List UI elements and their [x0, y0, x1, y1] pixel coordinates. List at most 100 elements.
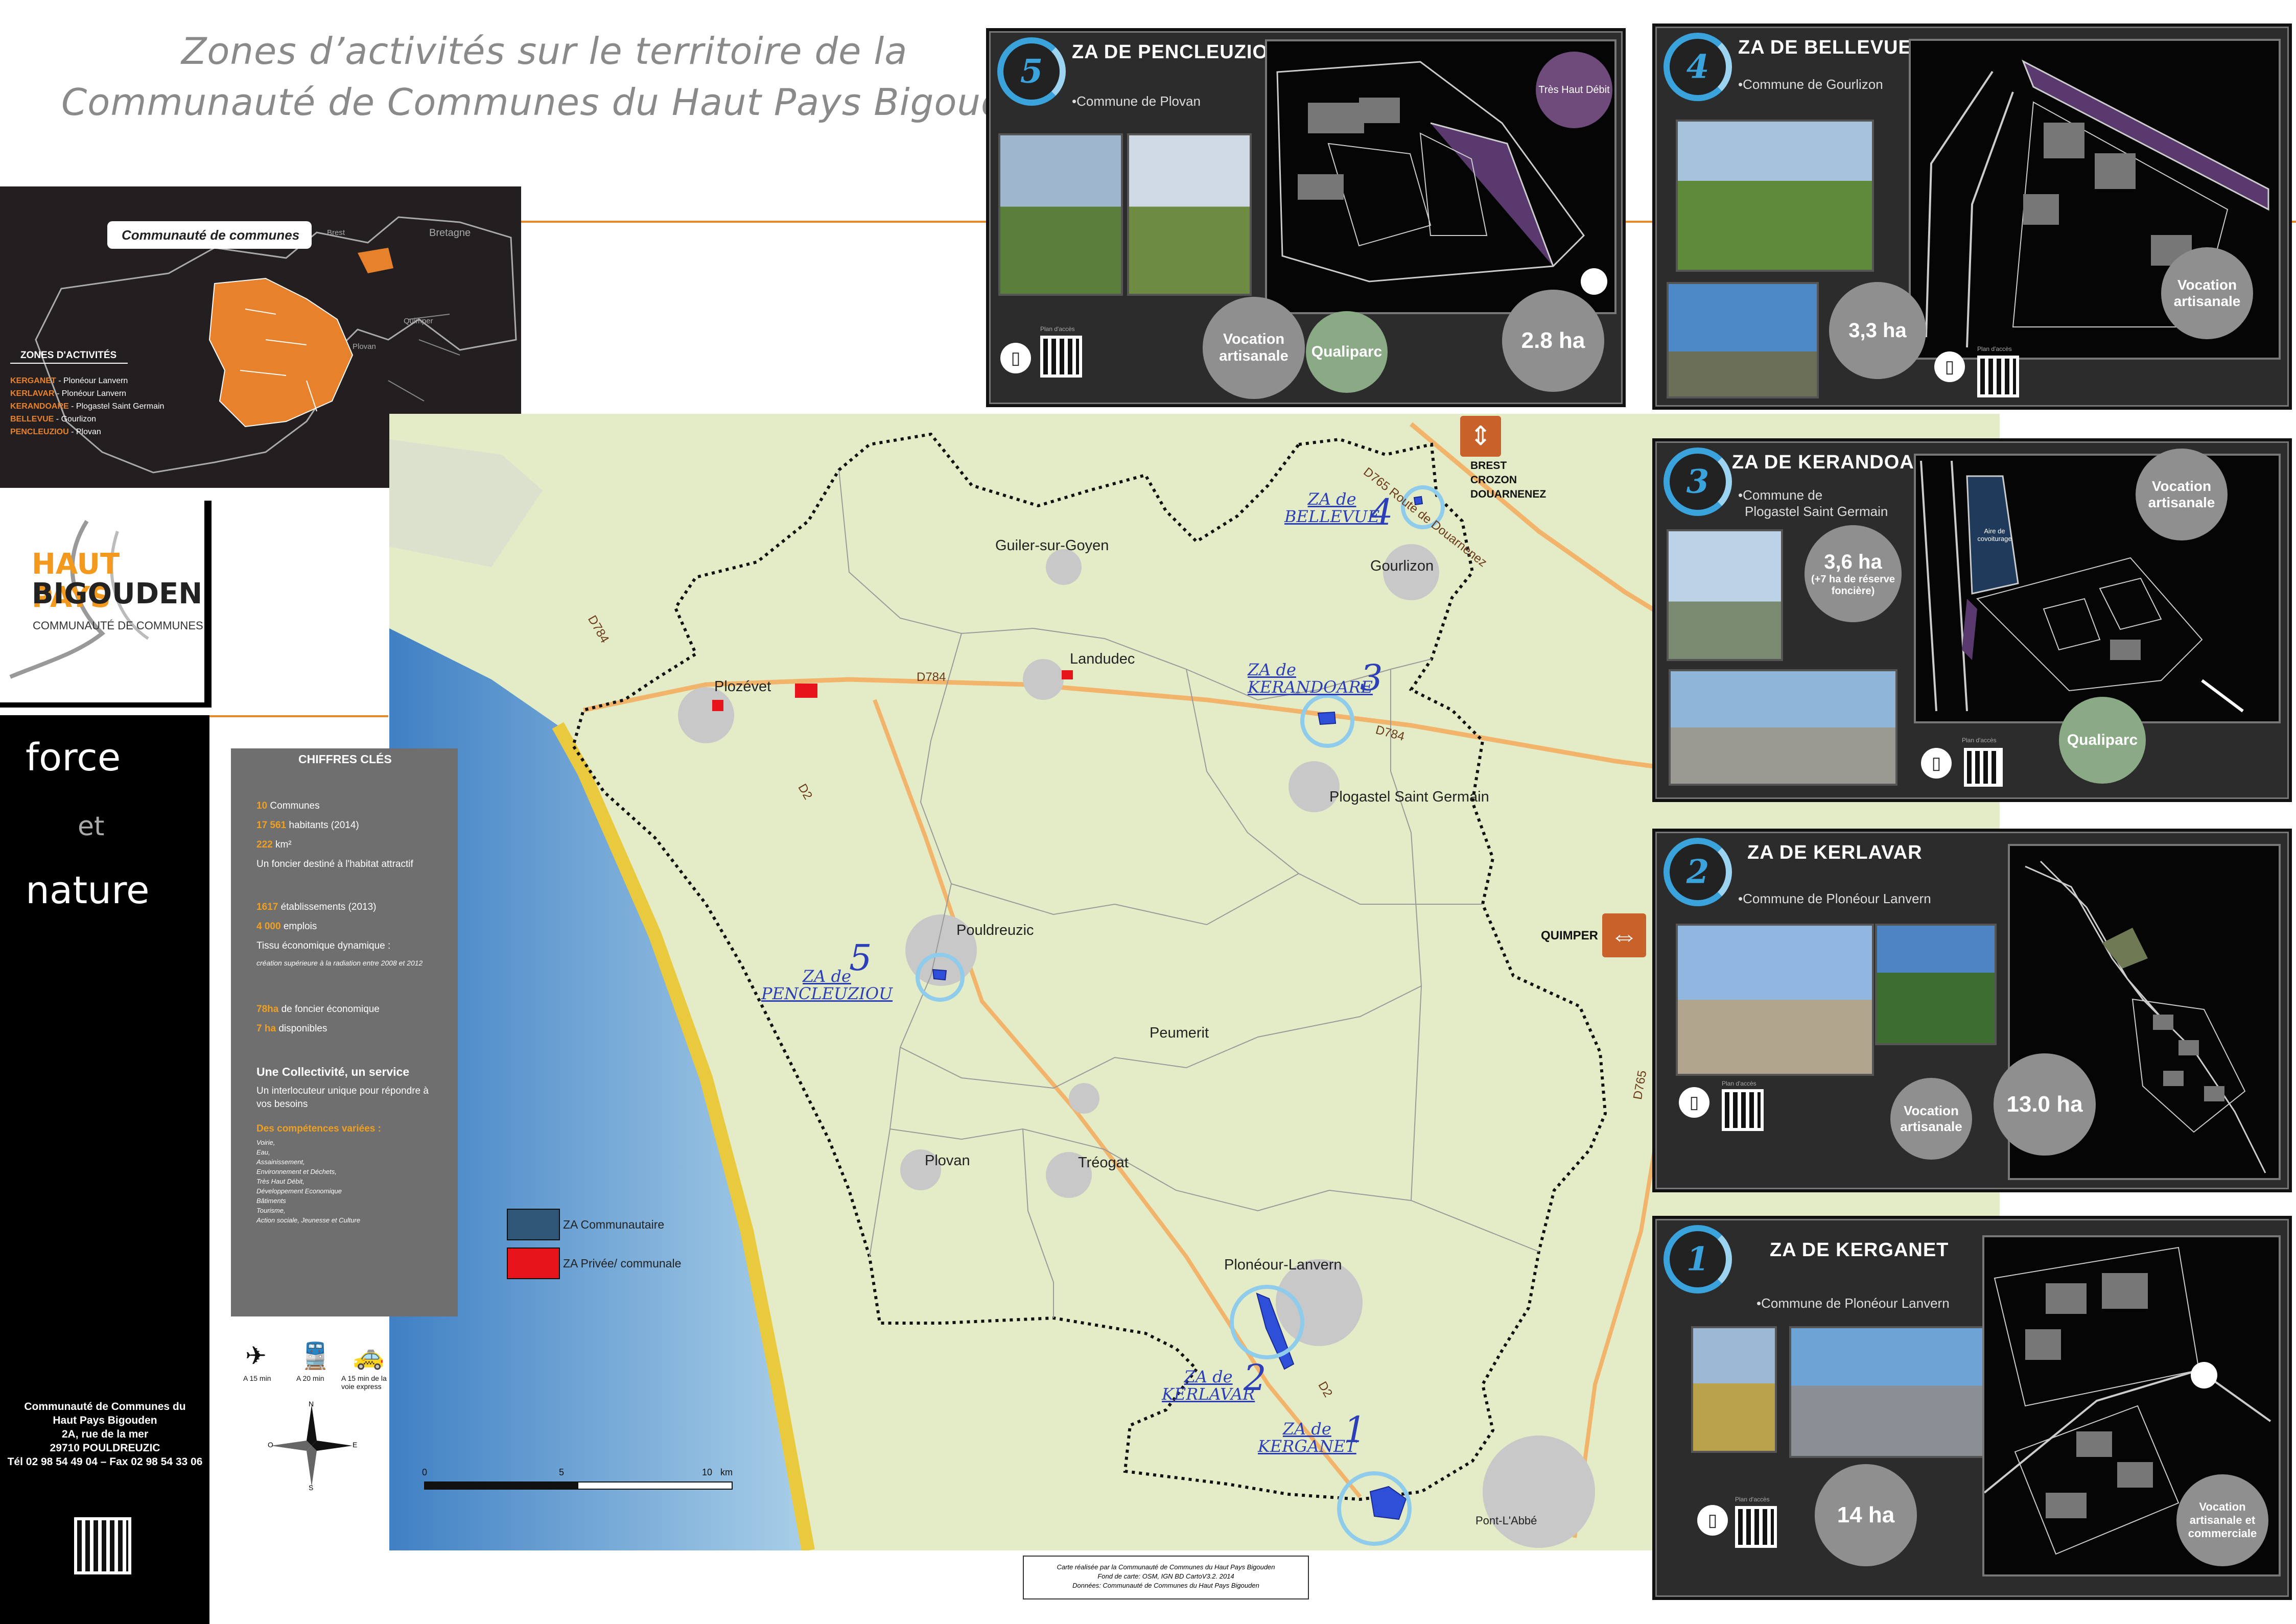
carpool-label: Aire de covoiturage: [1977, 527, 2012, 543]
vocation-bubble: Vocation artisanale: [2161, 247, 2253, 339]
inset-region-bretagne: Bretagne: [429, 227, 471, 239]
site-photo[interactable]: [1127, 133, 1252, 296]
site-photo[interactable]: [1676, 120, 1874, 272]
inset-heading-box: Communauté de communes: [107, 221, 312, 249]
qr-label: Plan d'accès: [1722, 1080, 1756, 1087]
place-plovan: Plovan: [925, 1152, 970, 1169]
zone-number-ring: 4: [1664, 33, 1732, 101]
inset-legend-title: ZONES D'ACTIVITÉS: [20, 350, 117, 361]
inset-heading: Communauté de communes: [122, 227, 300, 243]
site-photo[interactable]: [1669, 669, 1897, 786]
inset-legend-rule: [10, 363, 128, 364]
place-treogat: Tréogat: [1078, 1155, 1129, 1171]
panel-kerlavar: 2 ZA DE KERLAVAR •Commune de Plonéour La…: [1652, 829, 2292, 1192]
place-pont-labbe: Pont-L'Abbé: [1475, 1514, 1537, 1527]
logo-line2: BIGOUDEN: [32, 577, 203, 610]
key-figure-row: 78ha de foncier économique: [256, 1004, 380, 1015]
qr-code[interactable]: [1735, 1506, 1777, 1548]
address-qr-code[interactable]: [74, 1517, 131, 1574]
qualiparc-bubble: Qualiparc: [1306, 311, 1388, 393]
place-guiler: Guiler-sur-Goyen: [995, 537, 1109, 554]
compass-o: O: [268, 1441, 273, 1449]
place-gourlizon: Gourlizon: [1370, 558, 1434, 574]
very-high-speed-badge: Très Haut Débit: [1536, 52, 1612, 128]
area-bubble: 3,6 ha (+7 ha de réserve foncière): [1805, 525, 1902, 622]
inset-legend-item: KERLAVAR - Plonéour Lanvern: [10, 389, 127, 398]
za-number-5: 5: [849, 937, 872, 979]
panel-title: ZA DE KERGANET: [1770, 1239, 1949, 1261]
scale-0: 0: [422, 1467, 428, 1477]
site-photo[interactable]: [1676, 924, 1874, 1076]
site-photo[interactable]: [1691, 1326, 1777, 1453]
qr-code[interactable]: [1977, 356, 2019, 397]
inset-town-quimper: Quimper: [404, 317, 433, 325]
transport-label-train: A 20 min: [296, 1374, 324, 1382]
za-number-2: 2: [1244, 1357, 1267, 1399]
train-icon: 🚆: [299, 1341, 332, 1370]
address-line: Communauté de Communes du: [24, 1401, 186, 1413]
legend-swatch-privee: [507, 1248, 560, 1279]
skills-list: Voirie, Eau, Assainissement, Environnement…: [256, 1139, 361, 1224]
panel-commune: •Commune de Plonéour Lanvern: [1756, 1296, 1950, 1311]
map-credits: Carte réalisée par la Communauté de Comm…: [1023, 1556, 1309, 1599]
address-line: 2A, rue de la mer: [61, 1428, 149, 1440]
legend-label-communautaire: ZA Communautaire: [563, 1218, 665, 1231]
transport-label-plane: A 15 min: [243, 1374, 271, 1382]
site-photo[interactable]: [998, 133, 1123, 296]
transport-label-car: A 15 min de la voie express: [341, 1374, 387, 1391]
address-block: Communauté de Communes du Haut Pays Bigo…: [4, 1400, 206, 1469]
site-photo[interactable]: [1875, 924, 1997, 1045]
za-marker-5[interactable]: [916, 953, 965, 1002]
area-reserve: (+7 ha de réserve foncière): [1811, 573, 1895, 597]
place-ploneour: Plonéour-Lanvern: [1224, 1257, 1342, 1273]
phone-icon: ▯: [1679, 1087, 1709, 1118]
place-plozevet: Plozévet: [714, 678, 771, 695]
vocation-bubble: Vocation artisanale: [1890, 1078, 1972, 1160]
place-peumerit: Peumerit: [1150, 1025, 1209, 1041]
qr-code[interactable]: [1964, 748, 2003, 787]
key-figures-heading: CHIFFRES CLÉS: [298, 752, 392, 766]
road-d784-1: D784: [917, 670, 946, 684]
za-marker-2[interactable]: [1230, 1285, 1304, 1359]
site-photo[interactable]: [1667, 529, 1783, 661]
zone-number-ring: 2: [1664, 838, 1732, 906]
za-marker-1[interactable]: [1337, 1471, 1412, 1546]
inset-legend-item: BELLEVUE - Gourlizon: [10, 415, 97, 423]
service-line: Un interlocuteur unique pour répondre à: [256, 1086, 429, 1096]
key-figures-box: CHIFFRES CLÉS 10 Communes 17 561 habitan…: [231, 748, 458, 1316]
direction-north-arrow-icon: ⇕: [1460, 416, 1501, 457]
inset-legend-item: KERGANET - Plonéour Lanvern: [10, 376, 128, 385]
za-marker-3[interactable]: [1300, 694, 1354, 748]
motto-force: force: [26, 736, 121, 780]
qr-label: Plan d'accès: [1977, 345, 2012, 352]
site-photo[interactable]: [1789, 1326, 1998, 1458]
direction-east-label: QUIMPER: [1541, 929, 1599, 943]
scale-bar: [424, 1481, 733, 1490]
area-bubble: 14 ha: [1815, 1464, 1917, 1566]
key-figure-row: 7 ha disponibles: [256, 1023, 327, 1034]
site-photo[interactable]: [1667, 282, 1819, 398]
vocation-bubble: Vocation artisanale et commerciale: [2176, 1474, 2268, 1566]
direction-east-arrow-icon: ⇔: [1602, 913, 1646, 957]
scale-10: 10: [702, 1467, 713, 1477]
qr-code[interactable]: [1722, 1089, 1764, 1131]
za-label-2: ZA de KERLAVAR: [1162, 1367, 1255, 1404]
phone-icon: ▯: [1697, 1505, 1728, 1536]
za-number-4: 4: [1370, 491, 1393, 533]
za-label-5: ZA de PENCLEUZIOU: [761, 967, 893, 1003]
inset-legend-item: KERANDOARE - Plogastel Saint Germain: [10, 402, 165, 411]
inset-legend-item: PENCLEUZIOU - Plovan: [10, 428, 101, 436]
compass-n: N: [309, 1400, 314, 1408]
za-number-1: 1: [1344, 1409, 1367, 1451]
key-figure-row: 17 561 habitants (2014): [256, 820, 359, 831]
inset-legend: KERGANET - Plonéour Lanvern KERLAVAR - P…: [10, 374, 164, 438]
panel-title: ZA DE PENCLEUZIOU: [1072, 41, 1283, 63]
key-figure-row: 222 km²: [256, 839, 292, 850]
area-bubble: 2.8 ha: [1502, 290, 1604, 392]
skills-heading: Des compétences variées :: [256, 1123, 381, 1134]
legend-swatch-communautaire: [507, 1209, 560, 1240]
key-figure-row: Un foncier destiné à l'habitat attractif: [256, 859, 413, 869]
qr-code[interactable]: [1040, 336, 1082, 378]
panel-bellevue: 4 ZA DE BELLEVUE •Commune de Gourlizon 3…: [1652, 23, 2292, 410]
address-line: Tél 02 98 54 49 04 – Fax 02 98 54 33 06: [7, 1456, 203, 1468]
